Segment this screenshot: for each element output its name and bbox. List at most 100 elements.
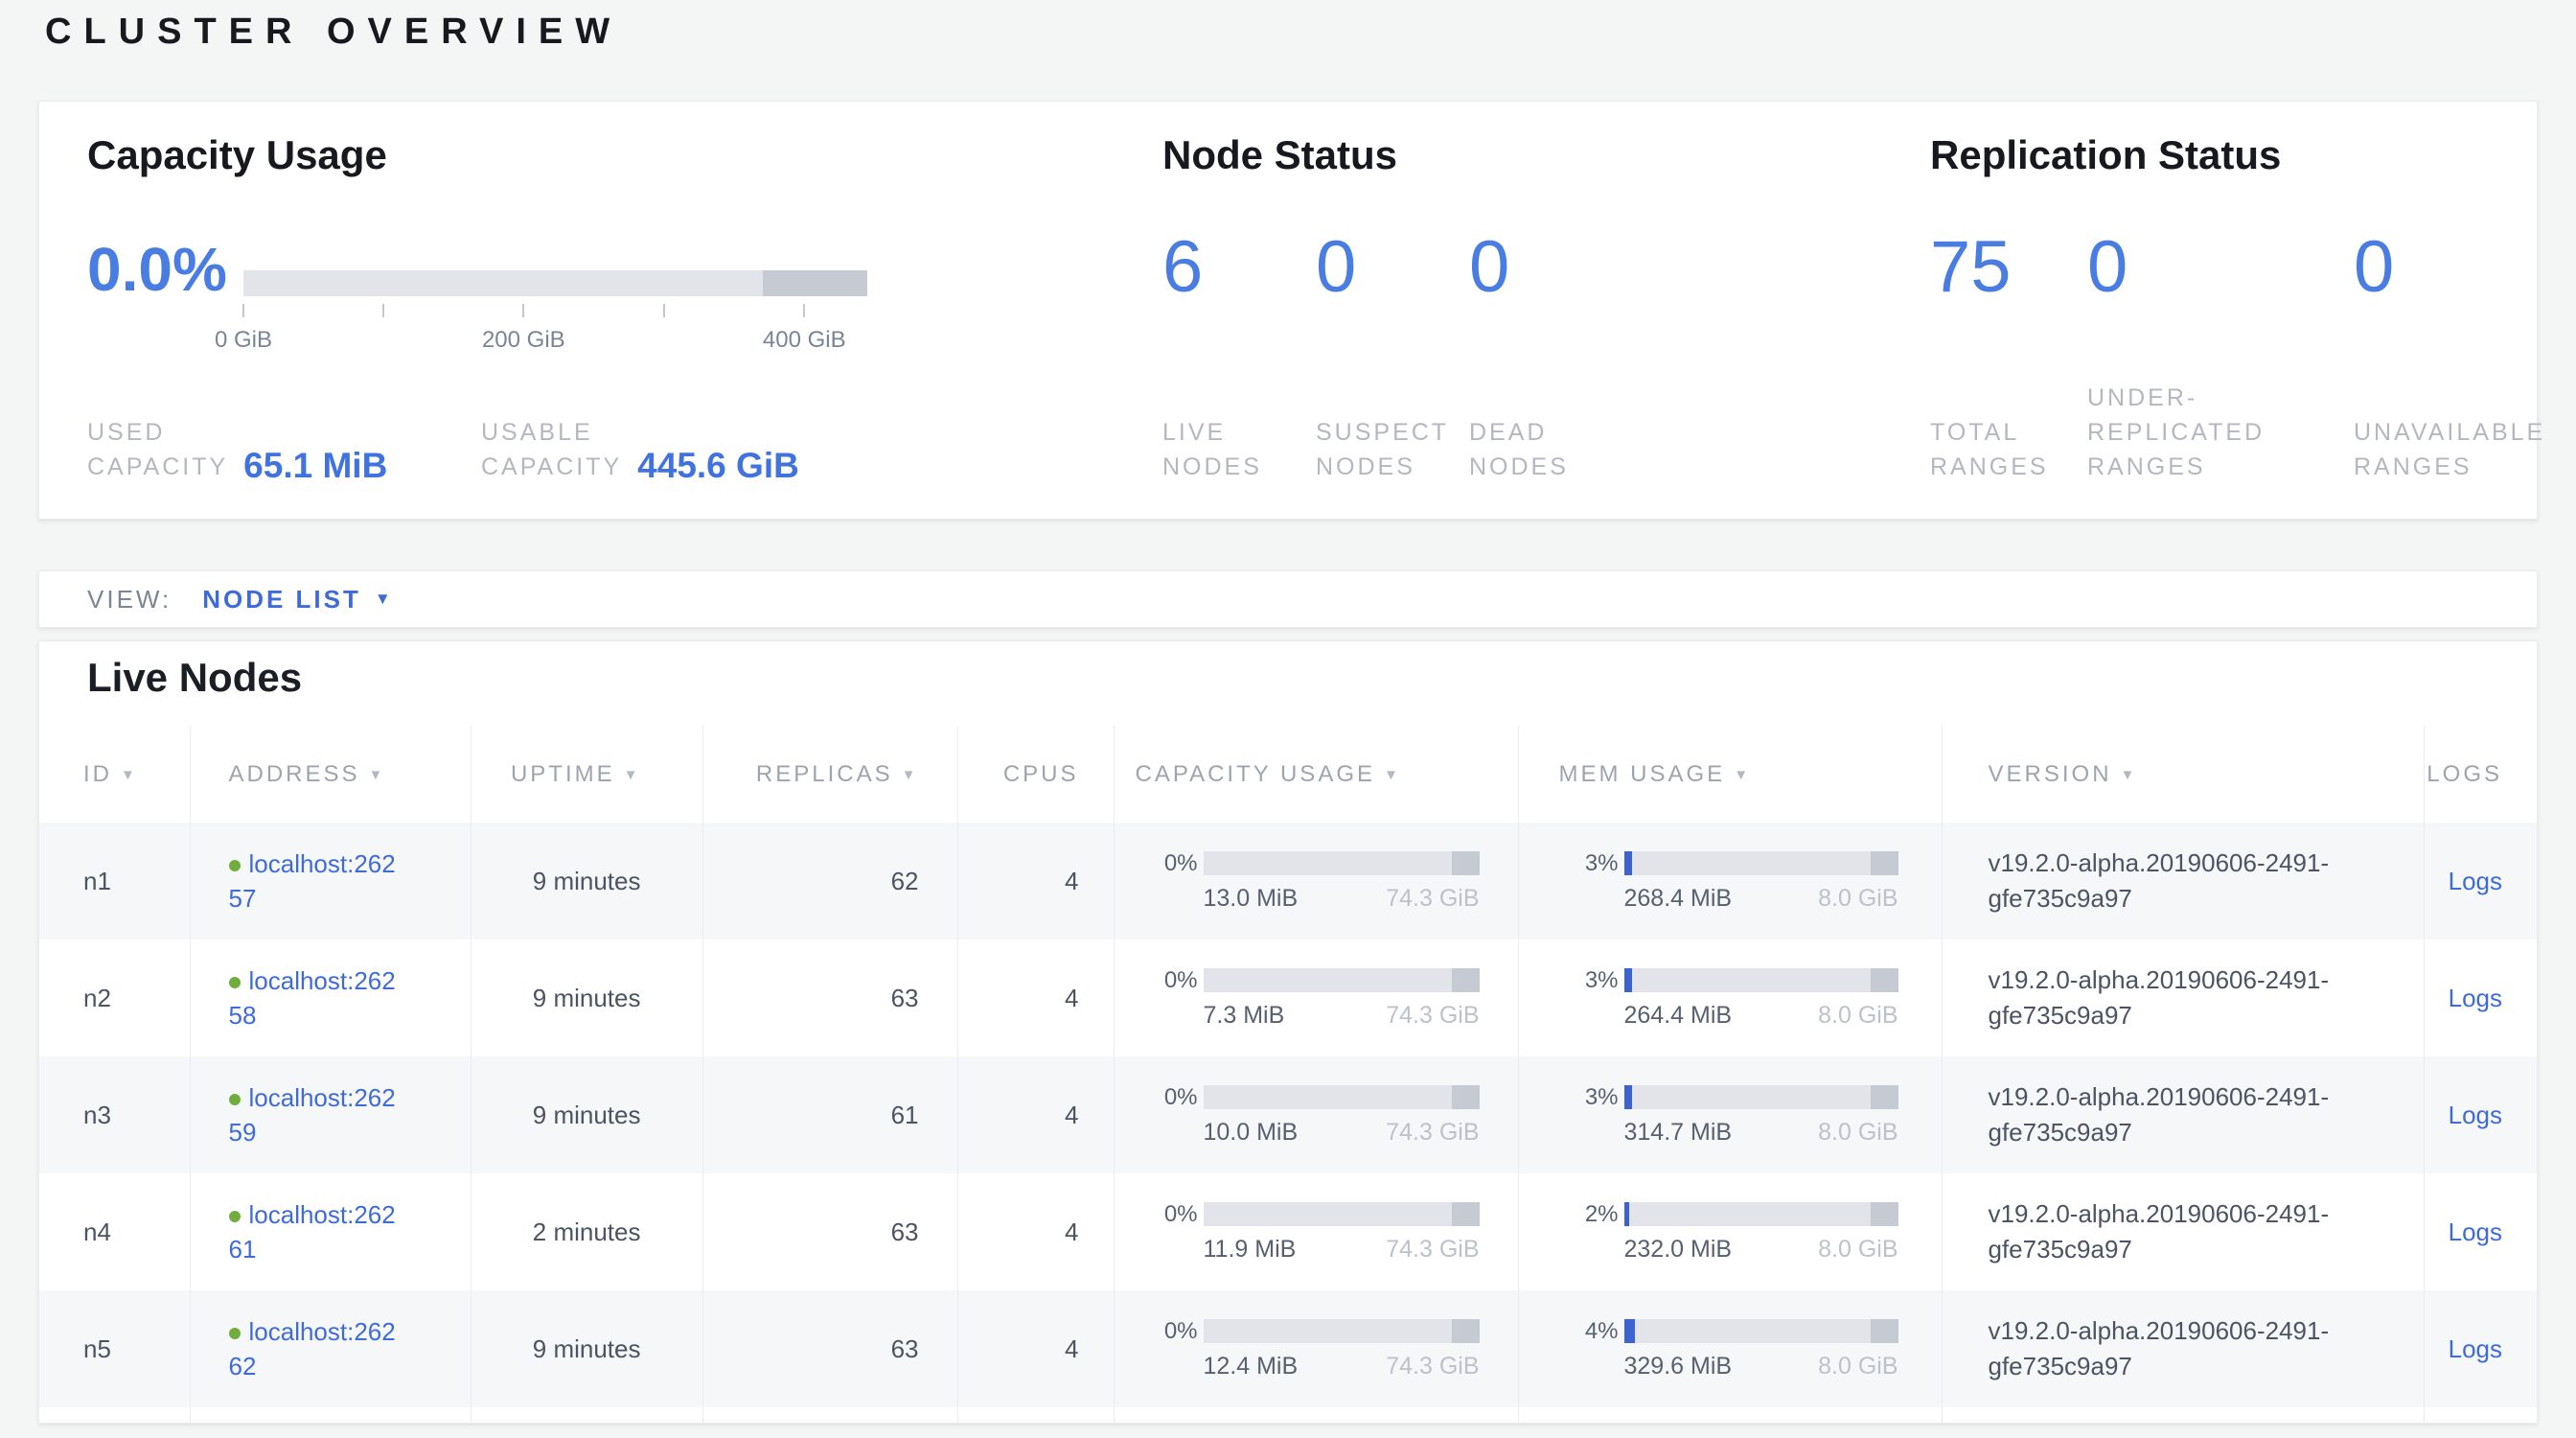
capacity-usage-cell: 0% 13.0 MiB 74.3 GiB: [1114, 823, 1518, 939]
table-cell-empty: [702, 1407, 957, 1424]
replicas-cell: 63: [702, 1173, 957, 1290]
mem-bar-reserved: [1871, 1085, 1898, 1109]
axis-tick-label: 400 GiB: [763, 327, 846, 354]
header-capacity-usage[interactable]: CAPACITY USAGE▼: [1114, 726, 1518, 823]
mem-percent: 4%: [1519, 1318, 1619, 1345]
mem-used-value: 264.4 MiB: [1624, 1002, 1733, 1030]
capacity-usage-cell: 0% 10.0 MiB 74.3 GiB: [1114, 1056, 1518, 1173]
version-cell: v19.2.0-alpha.20190606-2491-gfe735c9a97: [1942, 823, 2424, 939]
replicas-cell: 63: [702, 939, 957, 1056]
mem-percent: 3%: [1519, 850, 1619, 877]
capacity-bar: [1204, 1085, 1480, 1109]
node-id-cell: n5: [39, 1290, 190, 1407]
capacity-used-value: 12.4 MiB: [1204, 1353, 1299, 1380]
sort-icon: ▼: [121, 767, 138, 783]
cpus-cell: 4: [957, 1173, 1114, 1290]
table-cell-empty: [2424, 1407, 2538, 1424]
node-id-cell: n3: [39, 1056, 190, 1173]
chevron-down-icon: ▼: [375, 590, 391, 609]
replicas-cell: 63: [702, 1290, 957, 1407]
table-body: n1 localhost:26257 9 minutes 62 4 0% 13.…: [39, 823, 2538, 1424]
live-nodes-title: Live Nodes: [87, 655, 302, 701]
mem-used-value: 268.4 MiB: [1624, 885, 1733, 913]
table-cell-empty: [1114, 1407, 1518, 1424]
uptime-cell: 2 minutes: [471, 1173, 702, 1290]
capacity-usage-cell: 0% 12.4 MiB 74.3 GiB: [1114, 1290, 1518, 1407]
header-mem-usage[interactable]: MEM USAGE▼: [1518, 726, 1942, 823]
capacity-bar-reserved: [763, 270, 867, 296]
node-address-link[interactable]: localhost:26262: [229, 1317, 396, 1380]
sort-icon: ▼: [1734, 767, 1751, 783]
uptime-cell: 9 minutes: [471, 1290, 702, 1407]
capacity-percent: 0%: [1115, 1084, 1198, 1111]
capacity-bar-reserved: [1452, 1319, 1480, 1343]
node-id-cell: n4: [39, 1173, 190, 1290]
logs-link[interactable]: Logs: [2449, 984, 2502, 1012]
live-status-icon: [229, 860, 241, 871]
node-address-link[interactable]: localhost:26261: [229, 1200, 396, 1264]
mem-bar: [1624, 968, 1898, 992]
capacity-usage-cell: 0% 7.3 MiB 74.3 GiB: [1114, 939, 1518, 1056]
header-id[interactable]: ID▼: [39, 726, 190, 823]
capacity-percent: 0%: [1115, 1201, 1198, 1228]
table-cell-empty: [1942, 1407, 2424, 1424]
uptime-cell: 9 minutes: [471, 823, 702, 939]
under-replicated-ranges-label: UNDER- REPLICATED RANGES: [2087, 381, 2354, 484]
header-cpus: CPUS: [957, 726, 1114, 823]
mem-bar-reserved: [1871, 1319, 1898, 1343]
logs-cell: Logs: [2424, 1173, 2538, 1290]
table-cell-empty: [39, 1407, 190, 1424]
logs-link[interactable]: Logs: [2449, 867, 2502, 895]
capacity-used-value: 10.0 MiB: [1204, 1119, 1299, 1147]
node-address-link[interactable]: localhost:26258: [229, 966, 396, 1030]
logs-link[interactable]: Logs: [2449, 1218, 2502, 1246]
table-row: n3 localhost:26259 9 minutes 61 4 0% 10.…: [39, 1056, 2538, 1173]
node-list-dropdown[interactable]: NODE LIST ▼: [202, 585, 391, 615]
table-cell-empty: [957, 1407, 1114, 1424]
mem-used-value: 314.7 MiB: [1624, 1119, 1733, 1147]
logs-cell: Logs: [2424, 823, 2538, 939]
total-ranges-count: 75: [1930, 228, 2087, 307]
capacity-percent: 0%: [1115, 1318, 1198, 1345]
header-uptime[interactable]: UPTIME▼: [471, 726, 702, 823]
mem-total-value: 8.0 GiB: [1818, 885, 1898, 913]
sort-icon: ▼: [2121, 767, 2138, 783]
sort-icon: ▼: [369, 767, 386, 783]
node-list-dropdown-value: NODE LIST: [202, 585, 361, 615]
capacity-bar: [1204, 1319, 1480, 1343]
node-status-title: Node Status: [1162, 132, 1397, 178]
capacity-total-value: 74.3 GiB: [1386, 1002, 1479, 1030]
version-cell: v19.2.0-alpha.20190606-2491-gfe735c9a97: [1942, 1173, 2424, 1290]
header-replicas[interactable]: REPLICAS▼: [702, 726, 957, 823]
mem-usage-cell: 2% 232.0 MiB 8.0 GiB: [1518, 1173, 1942, 1290]
axis-tick: [522, 304, 524, 317]
live-nodes-table: ID▼ ADDRESS▼ UPTIME▼ REPLICAS▼ CPUS CAPA…: [39, 726, 2538, 1424]
capacity-bar-reserved: [1452, 968, 1480, 992]
mem-bar: [1624, 1202, 1898, 1226]
node-address-cell: localhost:26259: [190, 1056, 471, 1173]
logs-link[interactable]: Logs: [2449, 1101, 2502, 1129]
header-version[interactable]: VERSION▼: [1942, 726, 2424, 823]
axis-tick-label: 0 GiB: [215, 327, 272, 354]
table-cell-empty: [471, 1407, 702, 1424]
capacity-total-value: 74.3 GiB: [1386, 1236, 1479, 1264]
uptime-cell: 9 minutes: [471, 1056, 702, 1173]
capacity-used-value: 11.9 MiB: [1204, 1236, 1297, 1264]
table-row: n1 localhost:26257 9 minutes 62 4 0% 13.…: [39, 823, 2538, 939]
axis-tick: [242, 304, 244, 317]
header-address[interactable]: ADDRESS▼: [190, 726, 471, 823]
dead-nodes-label: DEAD NODES: [1469, 415, 1622, 484]
dead-nodes-count: 0: [1469, 228, 1622, 307]
logs-link[interactable]: Logs: [2449, 1334, 2502, 1363]
live-nodes-label: LIVE NODES: [1162, 415, 1316, 484]
mem-bar-fill: [1624, 851, 1633, 875]
capacity-usage-cell: 0% 11.9 MiB 74.3 GiB: [1114, 1173, 1518, 1290]
logs-cell: Logs: [2424, 939, 2538, 1056]
table-cell-empty: [1518, 1407, 1942, 1424]
unavailable-ranges-count: 0: [2354, 228, 2576, 307]
node-address-link[interactable]: localhost:26259: [229, 1083, 396, 1147]
node-address-link[interactable]: localhost:26257: [229, 849, 396, 913]
logs-cell: Logs: [2424, 1290, 2538, 1407]
mem-bar-reserved: [1871, 851, 1898, 875]
mem-percent: 3%: [1519, 1084, 1619, 1111]
